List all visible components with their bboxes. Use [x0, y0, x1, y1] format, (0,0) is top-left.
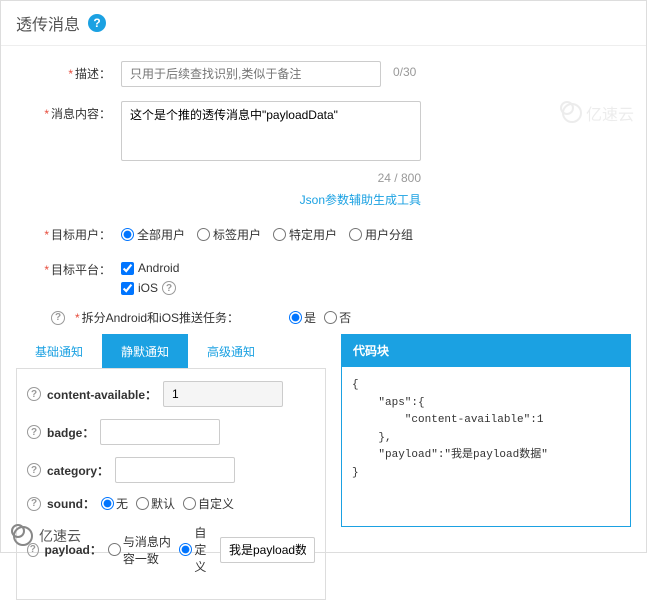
radio-sound-none[interactable] [101, 497, 114, 510]
row-target-user: *目标用户： 全部用户 标签用户 特定用户 用户分组 [31, 222, 616, 243]
radio-specific-users[interactable] [273, 228, 286, 241]
tab-silent[interactable]: 静默通知 [102, 334, 188, 368]
radio-split-no[interactable] [324, 311, 337, 324]
row-target-platform: *目标平台： Android iOS ? [31, 257, 616, 295]
sound-help-icon[interactable]: ? [27, 497, 41, 511]
radio-sound-default[interactable] [136, 497, 149, 510]
description-input[interactable] [121, 61, 381, 87]
radio-all-users[interactable] [121, 228, 134, 241]
row-split-task: ? *拆分Android和iOS推送任务： 是 否 [31, 309, 616, 326]
row-description: *描述： 0/30 [31, 61, 616, 87]
check-android[interactable] [121, 262, 134, 275]
row-content: *消息内容： 这个是个推的透传消息中"payloadData" 24 / 800… [31, 101, 616, 208]
split-help-icon[interactable]: ? [51, 311, 65, 325]
page-title: 透传消息 [16, 11, 80, 35]
radio-split-yes[interactable] [289, 311, 302, 324]
footer-brand: 亿速云 [13, 526, 81, 546]
ios-help-icon[interactable]: ? [162, 281, 176, 295]
ca-help-icon[interactable]: ? [27, 387, 41, 401]
logo-icon [13, 526, 33, 546]
form-area: *描述： 0/30 *消息内容： 这个是个推的透传消息中"payloadData… [1, 46, 646, 326]
radio-user-group[interactable] [349, 228, 362, 241]
page-header: 透传消息 ? [1, 1, 646, 46]
radio-payload-same[interactable] [108, 543, 121, 556]
content-counter: 24 / 800 [378, 167, 421, 185]
radio-tag-users[interactable] [197, 228, 210, 241]
category-help-icon[interactable]: ? [27, 463, 41, 477]
payload-input[interactable] [220, 537, 315, 563]
code-header: 代码块 [341, 334, 631, 367]
help-icon[interactable]: ? [88, 14, 106, 32]
tab-advanced[interactable]: 高级通知 [188, 334, 274, 368]
description-counter: 0/30 [393, 61, 416, 79]
json-helper-link[interactable]: Json参数辅助生成工具 [300, 191, 421, 208]
category-input[interactable] [115, 457, 235, 483]
target-user-radios: 全部用户 标签用户 特定用户 用户分组 [121, 222, 616, 243]
radio-sound-custom[interactable] [183, 497, 196, 510]
code-body: { "aps":{ "content-available":1 }, "payl… [341, 367, 631, 527]
badge-help-icon[interactable]: ? [27, 425, 41, 439]
code-panel: 代码块 { "aps":{ "content-available":1 }, "… [341, 334, 631, 600]
badge-input[interactable] [100, 419, 220, 445]
content-available-input [163, 381, 283, 407]
check-ios[interactable] [121, 282, 134, 295]
radio-payload-custom[interactable] [179, 543, 192, 556]
notification-tabs: 基础通知 静默通知 高级通知 [16, 334, 326, 369]
tab-basic[interactable]: 基础通知 [16, 334, 102, 368]
tab-content: ? content-available： ? badge： ? category… [16, 369, 326, 600]
content-textarea[interactable]: 这个是个推的透传消息中"payloadData" [121, 101, 421, 161]
